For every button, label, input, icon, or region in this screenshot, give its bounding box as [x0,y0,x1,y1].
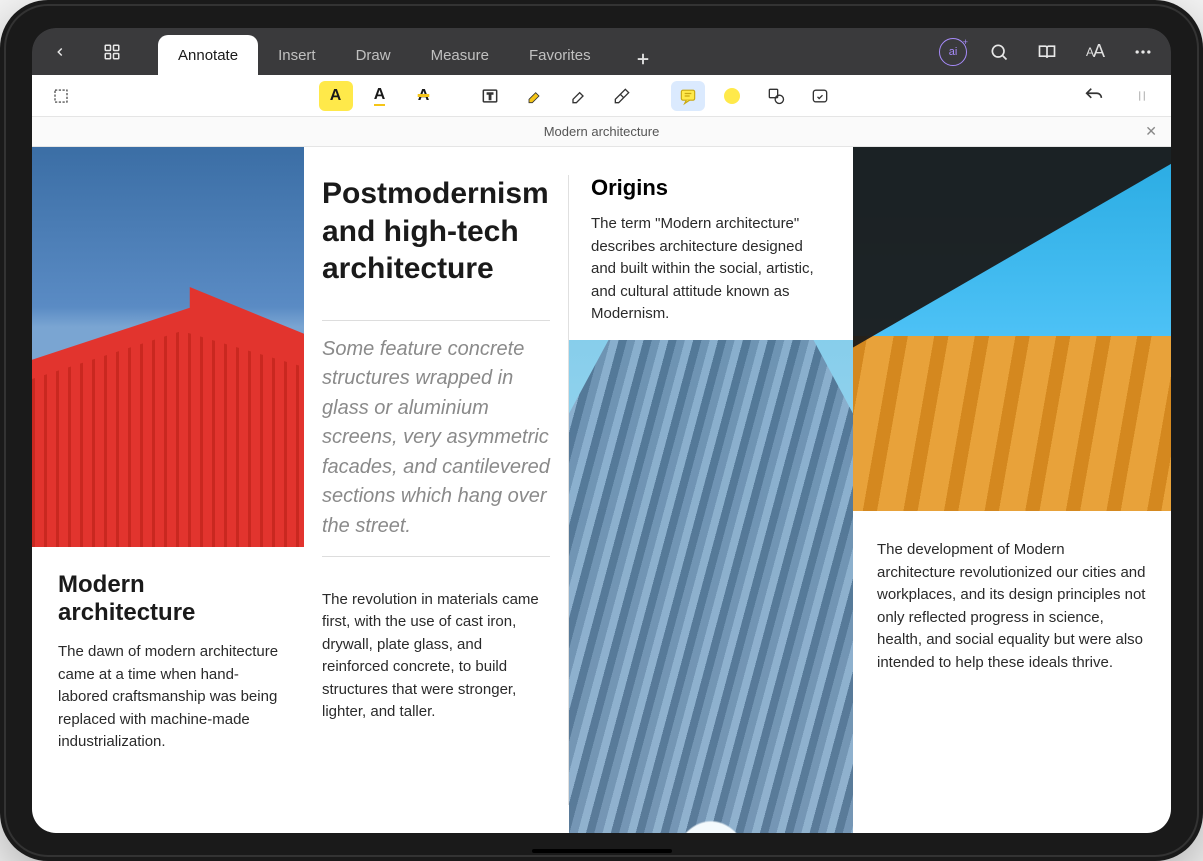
heading-modern-architecture: Modern architecture [58,571,284,627]
annotate-toolbar: A A A T [32,75,1171,117]
add-tab-button[interactable] [627,43,659,75]
tab-annotate[interactable]: Annotate [158,35,258,75]
image-orange-building [853,147,1171,511]
eraser-tool-icon[interactable] [605,81,639,111]
document-title: Modern architecture [544,124,660,139]
redo-icon[interactable] [1125,81,1159,111]
heading-origins: Origins [591,175,831,201]
back-button[interactable] [44,36,76,68]
strike-a-tool[interactable]: A [407,81,441,111]
highlight-a-tool[interactable]: A [319,81,353,111]
apps-grid-icon[interactable] [96,36,128,68]
shape-tool-icon[interactable] [759,81,793,111]
marker-outline-tool-icon[interactable] [561,81,595,111]
document-tab-bar: Modern architecture ✕ [32,117,1171,147]
text-size-icon[interactable]: AA [1079,36,1111,68]
heading-postmodernism: Postmodernism and high-tech architecture [322,175,550,288]
note-tool-icon[interactable] [671,81,705,111]
document-content: Modern architecture The dawn of modern a… [32,147,1171,833]
tab-draw[interactable]: Draw [336,35,411,75]
close-document-button[interactable]: ✕ [1145,123,1157,140]
divider [322,320,550,321]
svg-text:T: T [487,91,493,101]
tab-insert[interactable]: Insert [258,35,336,75]
lead-col2: Some feature concrete structures wrapped… [322,335,550,542]
body-col1: The dawn of modern architecture came at … [58,641,284,754]
body-col2: The revolution in materials came first, … [322,589,550,724]
more-icon[interactable] [1127,36,1159,68]
body-col4: The development of Modern architecture r… [877,539,1147,674]
marker-tool-icon[interactable] [517,81,551,111]
tab-measure[interactable]: Measure [411,35,509,75]
book-icon[interactable] [1031,36,1063,68]
ai-button[interactable]: ai+ [939,38,967,66]
body-col3: The term "Modern architecture" describes… [591,213,831,326]
tab-favorites[interactable]: Favorites [509,35,611,75]
underline-a-tool[interactable]: A [363,81,397,111]
select-tool-icon[interactable] [44,81,78,111]
image-red-building [32,147,304,547]
stamp-tool-icon[interactable] [803,81,837,111]
undo-icon[interactable] [1077,81,1111,111]
text-box-tool[interactable]: T [473,81,507,111]
divider [322,556,550,557]
top-toolbar: Annotate Insert Draw Measure Favorites a… [32,28,1171,75]
image-blue-building [569,340,853,834]
search-icon[interactable] [983,36,1015,68]
color-yellow-icon[interactable] [715,81,749,111]
